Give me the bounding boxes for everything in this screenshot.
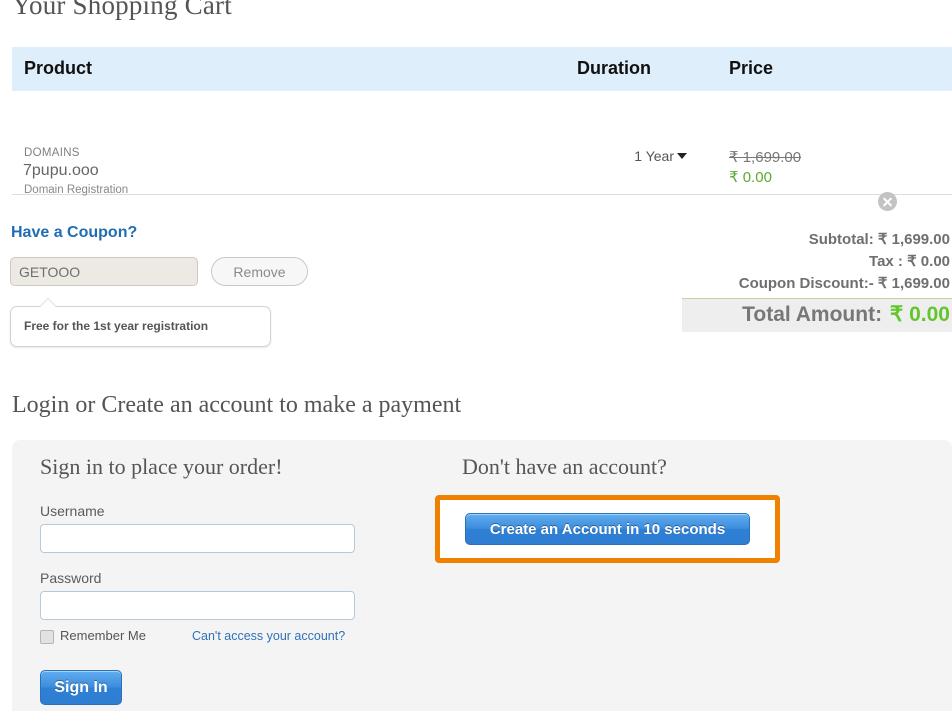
login-panel: Sign in to place your order! Username Pa… [12, 440, 952, 711]
coupon-note-tooltip: Free for the 1st year registration [10, 306, 271, 347]
password-input[interactable] [40, 591, 355, 620]
tax-row: Tax : ₹ 0.00 [682, 250, 952, 272]
remember-me-label: Remember Me [60, 628, 146, 643]
discount-label: Coupon Discount:- [739, 275, 874, 292]
shopping-cart-table: Product Duration Price DOMAINS 7pupu.ooo… [12, 47, 952, 195]
total-amount-value: ₹ 0.00 [890, 303, 950, 326]
column-header-price: Price [729, 58, 773, 79]
forgot-account-link[interactable]: Can't access your account? [192, 629, 345, 643]
product-category: DOMAINS [24, 147, 80, 159]
subtotal-row: Subtotal: ₹ 1,699.00 [682, 228, 952, 250]
page-title: Your Shopping Cart [12, 0, 232, 21]
column-header-product: Product [24, 58, 92, 79]
duration-value: 1 Year [634, 148, 674, 164]
tax-value: ₹ 0.00 [907, 253, 950, 270]
price-final: ₹ 0.00 [729, 168, 772, 186]
total-amount-label: Total Amount: [742, 303, 882, 326]
create-account-button[interactable]: Create an Account in 10 seconds [465, 513, 750, 545]
login-section-heading: Login or Create an account to make a pay… [12, 392, 461, 419]
coupon-heading: Have a Coupon? [11, 224, 137, 242]
close-circle-icon[interactable] [878, 192, 897, 211]
coupon-code-input[interactable] [10, 257, 198, 286]
subtotal-value: ₹ 1,699.00 [878, 231, 950, 248]
duration-dropdown[interactable]: 1 Year [577, 148, 687, 164]
product-name: 7pupu.ooo [23, 162, 99, 180]
signin-heading: Sign in to place your order! [40, 454, 283, 480]
username-label: Username [40, 503, 105, 519]
subtotal-label: Subtotal: [809, 231, 874, 248]
coupon-remove-button[interactable]: Remove [211, 257, 308, 286]
discount-row: Coupon Discount:- ₹ 1,699.00 [682, 272, 952, 294]
tooltip-arrow-inner [39, 299, 57, 308]
sign-in-button[interactable]: Sign In [40, 670, 122, 705]
remember-me-checkbox[interactable] [40, 630, 54, 644]
total-amount-row: Total Amount: ₹ 0.00 [682, 298, 952, 332]
product-type: Domain Registration [24, 184, 128, 196]
column-header-duration: Duration [577, 58, 651, 79]
discount-value: ₹ 1,699.00 [878, 275, 950, 292]
chevron-down-icon [677, 153, 687, 159]
price-original: ₹ 1,699.00 [729, 148, 801, 166]
order-totals: Subtotal: ₹ 1,699.00 Tax : ₹ 0.00 Coupon… [682, 228, 952, 332]
username-input[interactable] [40, 524, 355, 553]
cart-table-header-row: Product Duration Price [12, 47, 952, 91]
register-heading: Don't have an account? [462, 454, 667, 480]
create-account-highlight-box: Create an Account in 10 seconds [435, 495, 780, 563]
table-row: DOMAINS 7pupu.ooo Domain Registration 1 … [12, 91, 952, 195]
coupon-note-text: Free for the 1st year registration [24, 319, 208, 333]
tax-label: Tax : [869, 253, 903, 270]
password-label: Password [40, 570, 101, 586]
